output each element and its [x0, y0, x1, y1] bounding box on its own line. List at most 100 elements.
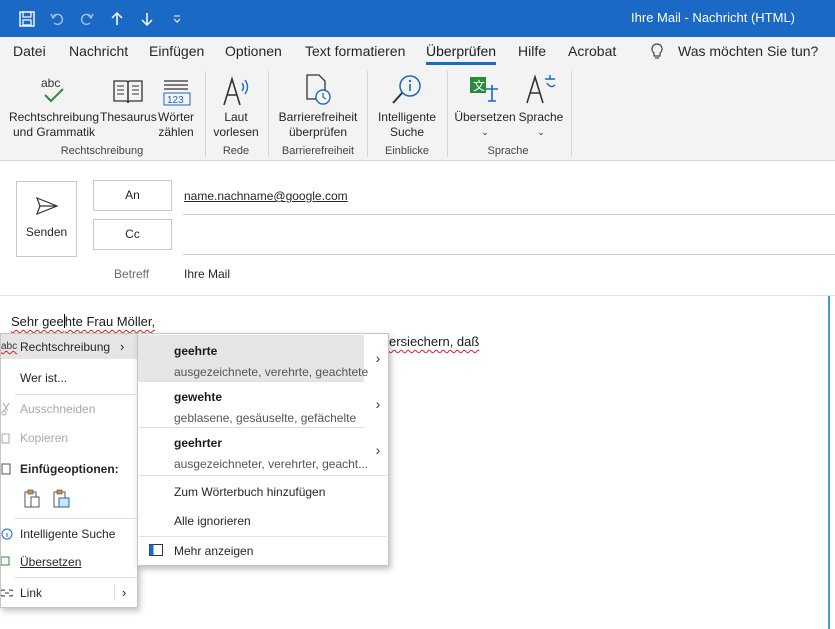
tab-hilfe[interactable]: Hilfe	[518, 43, 546, 59]
suggestion-item[interactable]: geehrter ausgezeichneter, verehrter, gea…	[138, 427, 368, 473]
accessibility-icon	[270, 71, 366, 107]
customize-qat-icon[interactable]	[164, 6, 190, 32]
ribbon-separator	[205, 71, 206, 157]
cc-button[interactable]: Cc	[93, 219, 172, 250]
cc-field-line	[183, 254, 835, 255]
menu-item-cut[interactable]: Ausschneiden	[1, 396, 137, 421]
email-body-line-1[interactable]: Sehr geehte Frau Möller,	[11, 314, 155, 329]
group-label-insights: Einblicke	[384, 145, 430, 157]
ribbon-separator	[447, 71, 448, 157]
language-button[interactable]: Sprache ⌄	[518, 71, 564, 140]
thesaurus-button[interactable]: Thesaurus	[100, 71, 157, 125]
subject-label: Betreff	[114, 267, 150, 281]
menu-item-copy-label: Kopieren	[20, 430, 69, 445]
email-body-line-2[interactable]: ersiechern, daß	[389, 334, 479, 349]
to-recipient[interactable]: name.nachname@google.com	[184, 189, 348, 203]
chevron-down-icon: ⌄	[537, 127, 545, 137]
group-label-spelling: Rechtschreibung	[60, 145, 144, 157]
link-icon	[1, 588, 17, 598]
menu-separator	[139, 536, 387, 537]
svg-text:123: 123	[167, 95, 184, 106]
ribbon-separator	[367, 71, 368, 157]
suggestion-word: gewehte	[174, 390, 223, 404]
tab-acrobat[interactable]: Acrobat	[568, 43, 616, 59]
smart-lookup-icon	[1, 528, 17, 540]
chevron-right-icon[interactable]: ›	[370, 427, 386, 473]
menu-item-cut-label: Ausschneiden	[20, 401, 96, 416]
menu-divider-vertical	[114, 584, 115, 601]
spelling-grammar-button[interactable]: abc Rechtschreibung und Grammatik	[8, 71, 100, 140]
menu-item-smart-lookup-label: Intelligente Suche	[20, 526, 116, 541]
subject-field[interactable]: Ihre Mail	[184, 267, 230, 281]
chevron-down-icon: ⌄	[481, 127, 489, 137]
title-bar: Ihre Mail - Nachricht (HTML)	[0, 0, 835, 37]
chevron-right-icon[interactable]: ›	[370, 335, 386, 381]
misspelled-word-part-2: hte Frau Möller,	[64, 314, 156, 329]
check-accessibility-button[interactable]: Barrierefreiheit überprüfen	[270, 71, 366, 140]
lightbulb-icon	[650, 43, 664, 66]
spelling-submenu: geehrte ausgezeichnete, verehrte, geacht…	[137, 333, 389, 566]
smart-lookup-button[interactable]: Intelligente Suche	[370, 71, 444, 140]
window-edge	[828, 296, 830, 629]
accessibility-label-1: Barrierefreiheit	[278, 110, 358, 124]
ribbon-separator	[571, 71, 572, 157]
tell-me-search[interactable]: Was möchten Sie tun?	[678, 43, 818, 59]
paste-picture-icon[interactable]	[52, 489, 70, 512]
suggestion-item[interactable]: gewehte geblasene, gesäuselte, gefächelt…	[138, 381, 364, 427]
tab-optionen[interactable]: Optionen	[225, 43, 282, 59]
undo-icon[interactable]	[44, 6, 70, 32]
to-button[interactable]: An	[93, 180, 172, 211]
send-button[interactable]: Senden	[16, 181, 77, 257]
menu-item-translate[interactable]: Übersetzen	[1, 549, 137, 574]
spelling-check-icon: abc	[8, 71, 100, 107]
copy-icon	[1, 431, 17, 445]
group-label-language: Sprache	[487, 145, 529, 157]
svg-text:文: 文	[473, 78, 485, 93]
menu-item-link[interactable]: Link ›	[1, 580, 137, 605]
spelling-label-1: Rechtschreibung	[8, 110, 100, 124]
thesaurus-label: Thesaurus	[100, 110, 157, 124]
compose-header: Senden An name.nachname@google.com Cc Be…	[0, 161, 835, 296]
arrow-up-icon[interactable]	[104, 6, 130, 32]
save-icon[interactable]	[14, 6, 40, 32]
paste-keep-format-icon[interactable]	[23, 489, 41, 512]
translate-icon: 文	[452, 71, 518, 107]
read-aloud-button[interactable]: Laut vorlesen	[207, 71, 265, 140]
ignore-all-item[interactable]: Alle ignorieren	[174, 514, 251, 528]
tab-text-formatieren[interactable]: Text formatieren	[305, 43, 405, 59]
smart-lookup-icon	[370, 71, 444, 107]
smart-lookup-label-2: Suche	[389, 125, 425, 139]
menu-separator	[15, 577, 137, 578]
translate-label: Übersetzen	[454, 110, 516, 124]
tab-ueberpruefen[interactable]: Überprüfen	[426, 43, 497, 65]
menu-separator	[139, 475, 387, 476]
word-count-label-2: zählen	[158, 125, 194, 139]
suggestion-synonyms: geblasene, gesäuselte, gefächelte	[174, 411, 357, 425]
menu-item-copy[interactable]: Kopieren	[1, 425, 137, 450]
word-count-label-1: Wörter	[158, 110, 194, 124]
redo-icon[interactable]	[74, 6, 100, 32]
tab-nachricht[interactable]: Nachricht	[69, 43, 128, 59]
window-title: Ihre Mail - Nachricht (HTML)	[631, 10, 795, 25]
menu-item-smart-lookup[interactable]: Intelligente Suche	[1, 521, 137, 546]
suggestion-item[interactable]: geehrte ausgezeichnete, verehrte, geacht…	[138, 335, 368, 381]
tab-einfuegen[interactable]: Einfügen	[149, 43, 204, 59]
menu-bar: Datei Nachricht Einfügen Optionen Text f…	[0, 37, 835, 67]
see-more-item[interactable]: Mehr anzeigen	[174, 544, 253, 558]
menu-item-who-is[interactable]: Wer ist...	[1, 365, 137, 390]
translate-button[interactable]: 文 Übersetzen ⌄	[452, 71, 518, 140]
paste-icon	[1, 462, 17, 476]
chevron-right-icon[interactable]: ›	[122, 585, 126, 600]
language-icon	[518, 71, 564, 107]
suggestion-synonyms: ausgezeichneter, verehrter, geacht...	[174, 457, 369, 471]
tab-datei[interactable]: Datei	[13, 43, 46, 59]
menu-item-spelling-label: Rechtschreibung	[20, 339, 111, 354]
read-aloud-label-1: Laut	[224, 110, 248, 124]
add-to-dictionary-item[interactable]: Zum Wörterbuch hinzufügen	[174, 485, 325, 499]
chevron-right-icon: ›	[120, 339, 125, 354]
ribbon: abc Rechtschreibung und Grammatik Thesau…	[0, 67, 835, 161]
menu-item-spelling[interactable]: abc Rechtschreibung ›	[1, 334, 137, 359]
chevron-right-icon[interactable]: ›	[370, 381, 386, 427]
word-count-button[interactable]: 123 Wörter zählen	[156, 71, 196, 140]
arrow-down-icon[interactable]	[134, 6, 160, 32]
